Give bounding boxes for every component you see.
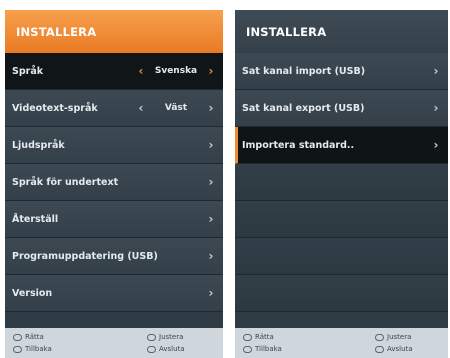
chevron-right-icon: › [433,101,439,115]
adjust-key-icon [147,333,156,341]
chevron-right-icon: › [208,212,214,226]
exit-key-icon [147,345,156,353]
menu-item-sprak-undertext[interactable]: Språk för undertext › [5,164,223,201]
installera-menu-right: INSTALLERA Sat kanal import (USB) › Sat … [235,10,448,358]
empty-row [235,275,448,312]
empty-row [235,238,448,275]
legend-ratta: Rätta [255,333,274,341]
chevron-right-icon[interactable]: › [205,64,217,78]
chevron-right-icon: › [433,138,439,152]
menu-title: INSTALLERA [5,10,223,53]
legend-ratta: Rätta [25,333,44,341]
remote-key-legend: Rätta Tillbaka Justera Avsluta [5,328,223,358]
menu-item-aterstall[interactable]: Återställ › [5,201,223,238]
legend-justera: Justera [159,333,184,341]
menu-item-sat-export[interactable]: Sat kanal export (USB) › [235,90,448,127]
chevron-right-icon: › [433,64,439,78]
legend-avsluta: Avsluta [387,345,413,353]
menu-item-label: Version [12,287,53,299]
ok-key-icon [243,333,252,341]
import-export-menu: Sat kanal import (USB) › Sat kanal expor… [235,53,448,312]
menu-item-videotext-sprak[interactable]: Videotext-språk ‹ Väst › [5,90,223,127]
installera-menu-left: INSTALLERA Språk ‹ Svenska › Videotext-s… [5,10,223,358]
legend-tillbaka: Tillbaka [255,345,282,353]
menu-item-label: Ljudspråk [12,139,65,151]
menu-item-label: Videotext-språk [12,102,98,114]
menu-item-sat-import[interactable]: Sat kanal import (USB) › [235,53,448,90]
menu-item-label: Programuppdatering (USB) [12,250,158,262]
menu-item-version[interactable]: Version › [5,275,223,312]
menu-item-ljudsprak[interactable]: Ljudspråk › [5,127,223,164]
menu-item-sprak[interactable]: Språk ‹ Svenska › [5,53,223,90]
empty-row [235,201,448,238]
settings-menu: Språk ‹ Svenska › Videotext-språk ‹ Väst… [5,53,223,312]
adjust-key-icon [375,333,384,341]
ok-key-icon [13,333,22,341]
legend-avsluta: Avsluta [159,345,185,353]
menu-item-programuppdatering[interactable]: Programuppdatering (USB) › [5,238,223,275]
menu-item-importera-standard[interactable]: Importera standard.. › [235,127,448,164]
language-value: Svenska [154,66,198,76]
remote-key-legend: Rätta Tillbaka Justera Avsluta [235,328,448,358]
chevron-right-icon: › [208,249,214,263]
chevron-right-icon[interactable]: › [205,101,217,115]
videotext-value: Väst [164,103,188,113]
chevron-left-icon[interactable]: ‹ [135,101,147,115]
legend-justera: Justera [387,333,412,341]
menu-item-label: Importera standard.. [242,139,355,151]
menu-title: INSTALLERA [235,10,448,53]
menu-item-label: Språk för undertext [12,176,119,188]
menu-item-label: Återställ [12,213,59,225]
exit-key-icon [375,345,384,353]
chevron-right-icon: › [208,175,214,189]
chevron-right-icon: › [208,138,214,152]
legend-tillbaka: Tillbaka [25,345,52,353]
chevron-right-icon: › [208,286,214,300]
menu-item-label: Sat kanal import (USB) [242,65,366,77]
empty-row [235,164,448,201]
menu-item-label: Språk [12,65,44,77]
chevron-left-icon[interactable]: ‹ [135,64,147,78]
menu-item-label: Sat kanal export (USB) [242,102,365,114]
back-key-icon [243,345,252,353]
back-key-icon [13,345,22,353]
